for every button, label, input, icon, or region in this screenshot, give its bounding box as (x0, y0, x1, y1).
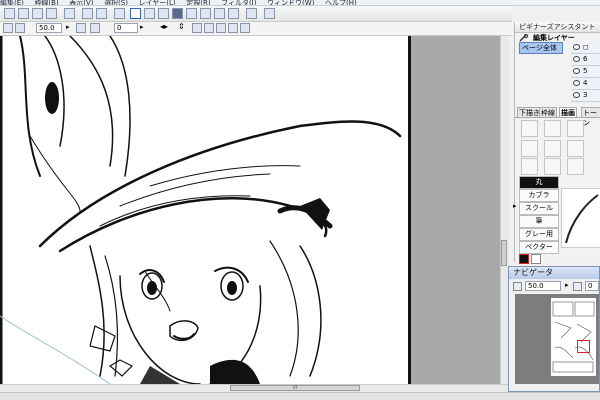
navigator-view-rect[interactable] (577, 340, 590, 353)
main-color-swatch[interactable] (519, 254, 529, 264)
brush-item[interactable]: カブラ (519, 189, 559, 202)
nav-zoom-arrow-icon[interactable]: ▸ (565, 281, 569, 289)
page-thumbnail-art (552, 301, 595, 373)
nav-fit-icon[interactable] (513, 282, 522, 291)
flip-horizontal-icon[interactable]: ◂▸ (160, 22, 168, 31)
line-art-illustration (0, 36, 402, 384)
stroke-preview-icon (565, 194, 599, 244)
page-icon[interactable] (144, 8, 155, 19)
tab-draw[interactable]: 描画 (559, 107, 577, 117)
ruler-icon[interactable] (192, 23, 202, 33)
story-icon[interactable] (158, 8, 169, 19)
pencil-tool-icon[interactable] (544, 120, 561, 137)
vertical-scroll-thumb[interactable] (501, 240, 507, 266)
layer-row[interactable]: ◻ (571, 42, 600, 54)
navigator-title: ナビゲータ (509, 267, 599, 279)
snap-icon[interactable] (228, 23, 238, 33)
move-tool-icon[interactable] (544, 158, 561, 175)
layer-panel-icon[interactable] (172, 8, 183, 19)
color-panel-icon[interactable] (200, 8, 211, 19)
dropper-tool-icon[interactable] (521, 158, 538, 175)
wrench-icon[interactable] (519, 33, 529, 42)
airbrush-tool-icon[interactable] (567, 140, 584, 157)
tab-tone[interactable]: トーン (581, 107, 600, 127)
delete-icon[interactable] (64, 8, 75, 19)
brush-item[interactable]: スクール (519, 202, 559, 215)
marker-tool-icon[interactable] (544, 140, 561, 157)
tool-panel-icon[interactable] (186, 8, 197, 19)
property-panel-icon[interactable] (228, 8, 239, 19)
new-file-icon[interactable] (4, 8, 15, 19)
preview-icon[interactable] (240, 23, 250, 33)
layer-row[interactable]: 4 (571, 78, 600, 90)
guide-icon[interactable] (216, 23, 226, 33)
eye-icon[interactable] (573, 92, 580, 98)
nav-rotate-icon[interactable] (573, 282, 582, 291)
assistant-panel-title: ピギナーズアシスタント (515, 22, 600, 33)
zoom-dropdown-arrow-icon[interactable]: ▸ (66, 23, 70, 31)
brush-list-arrow-icon: ▸ (513, 202, 517, 210)
help-icon[interactable] (264, 8, 275, 19)
layer-number: 3 (583, 91, 588, 99)
layer-row[interactable]: 6 (571, 54, 600, 66)
undo-icon[interactable] (82, 8, 93, 19)
eye-icon[interactable] (573, 44, 580, 50)
main-toolbar (0, 6, 512, 22)
rotate-left-icon[interactable] (76, 23, 86, 33)
nav-zoom-field[interactable]: 50.0 (525, 281, 561, 291)
rotate-field[interactable]: 0 (114, 23, 138, 33)
fit-icon[interactable] (15, 23, 25, 33)
navigator-page (551, 298, 596, 376)
paste-icon[interactable] (46, 8, 57, 19)
rotate-dropdown-arrow-icon[interactable]: ▸ (140, 23, 144, 31)
eye-icon[interactable] (573, 56, 580, 62)
layer-row[interactable]: 5 (571, 66, 600, 78)
canvas-area[interactable] (0, 36, 508, 384)
nav-rotate-field[interactable]: 0 (585, 281, 599, 291)
flip-vertical-icon[interactable]: ⇕ (178, 22, 185, 31)
page-border-right (408, 36, 411, 384)
brush-item[interactable]: グレー用 (519, 228, 559, 241)
horizontal-scroll-thumb[interactable]: III (230, 385, 360, 391)
eye-icon[interactable] (573, 68, 580, 74)
navigator-thumbnail[interactable] (515, 294, 599, 384)
layer-number: 6 (583, 55, 588, 63)
layer-row[interactable]: 3 (571, 90, 600, 102)
brush-tool-icon[interactable] (521, 140, 538, 157)
page-all-item[interactable]: ページ全体 (519, 42, 563, 54)
eye-icon[interactable] (573, 80, 580, 86)
view-toolbar: 50.0 ▸ 0 ▸ ◂▸ ⇕ (0, 22, 512, 36)
layer-number: 4 (583, 79, 588, 87)
brush-item[interactable]: 筆 (519, 215, 559, 228)
print-icon[interactable] (114, 8, 125, 19)
view-mode-icon[interactable] (130, 8, 141, 19)
brush-item[interactable]: ペクター (519, 241, 559, 254)
zoom-icon[interactable] (3, 23, 13, 33)
rotate-right-icon[interactable] (90, 23, 100, 33)
navigator-panel: ナビゲータ 50.0 ▸ 0 (508, 266, 600, 392)
brush-preview (561, 188, 600, 248)
material-icon[interactable] (246, 8, 257, 19)
pen-tool-icon[interactable] (567, 120, 584, 137)
manga-page[interactable] (0, 36, 410, 384)
layer-number: 5 (583, 67, 588, 75)
zoom-field[interactable]: 50.0 (36, 23, 62, 33)
tab-frame[interactable]: 枠線 (539, 107, 557, 117)
blur-tool-icon[interactable] (567, 158, 584, 175)
eraser-tool-icon[interactable] (521, 120, 538, 137)
copy-icon[interactable] (32, 8, 43, 19)
layer-number: ◻ (583, 43, 589, 51)
page-all-label: ページ全体 (522, 44, 557, 52)
sub-color-swatch[interactable] (531, 254, 541, 264)
cut-icon[interactable] (18, 8, 29, 19)
grid-icon[interactable] (204, 23, 214, 33)
redo-icon[interactable] (96, 8, 107, 19)
brush-item[interactable]: 丸 (519, 176, 559, 189)
tool-tabs: 下描き 枠線 描画 トーン (515, 106, 600, 127)
navigator-panel-icon[interactable] (214, 8, 225, 19)
assistant-panel: ピギナーズアシスタント 編集レイヤー ページ全体 ◻ 6 5 4 3 下描き 枠… (513, 22, 600, 264)
